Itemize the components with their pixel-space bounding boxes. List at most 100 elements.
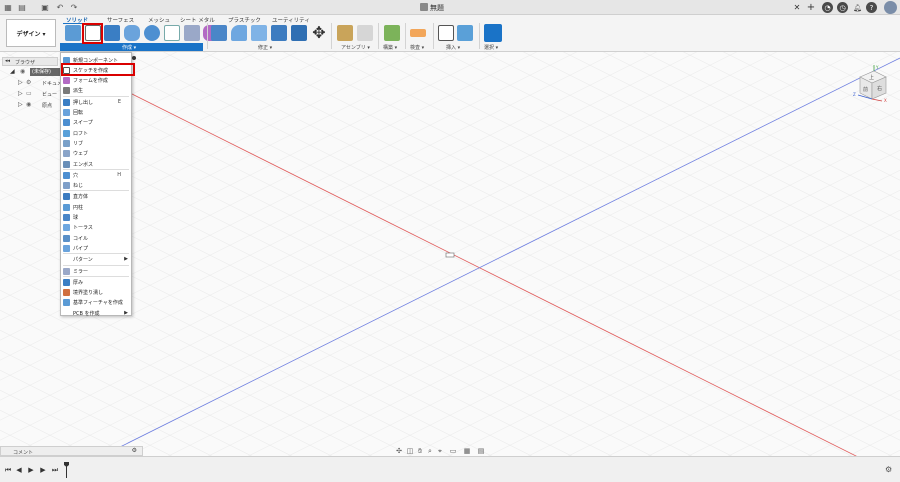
- zoom-icon[interactable]: ⌕: [426, 447, 434, 455]
- comments-settings-icon[interactable]: ⚙: [132, 447, 137, 454]
- menu-item-cylinder[interactable]: 円柱: [61, 202, 131, 212]
- close-tab-icon[interactable]: ✕: [792, 2, 802, 12]
- menu-item-submenu-24[interactable]: PCB を作成 ▶: [61, 308, 131, 318]
- fillet-icon[interactable]: [231, 25, 247, 41]
- insert-derive-icon[interactable]: [438, 25, 454, 41]
- browser-row-views[interactable]: ▷ ▭ ビュー: [18, 90, 62, 99]
- viewports-icon[interactable]: ▤: [477, 447, 485, 455]
- chamfer-icon[interactable]: [251, 25, 267, 41]
- browser-header[interactable]: ◂◂ ブラウザ: [2, 57, 58, 66]
- menu-item-coil[interactable]: コイル: [61, 233, 131, 243]
- menu-item-sweep[interactable]: スイープ: [61, 118, 131, 128]
- toolbar: デザイン ▾ ソリッド サーフェス メッシュ シート メタル プラスチック ユー…: [0, 15, 900, 52]
- tab-mesh[interactable]: メッシュ: [148, 16, 170, 24]
- tab-surface[interactable]: サーフェス: [107, 16, 134, 24]
- display-settings-icon[interactable]: ▭: [449, 447, 457, 455]
- menu-item-derive[interactable]: 派生: [61, 86, 131, 96]
- tab-utilities[interactable]: ユーティリティ: [272, 16, 310, 24]
- grid-settings-icon[interactable]: ▦: [463, 447, 471, 455]
- combine-icon[interactable]: [291, 25, 307, 41]
- orbit-icon[interactable]: ✣: [395, 447, 403, 455]
- shell-icon[interactable]: [271, 25, 287, 41]
- menu-item-sphere[interactable]: 球: [61, 213, 131, 223]
- menu-item-rib[interactable]: リブ: [61, 138, 131, 148]
- measure-icon[interactable]: [410, 29, 426, 37]
- app-grid-icon[interactable]: ▦: [3, 2, 13, 12]
- viewcube-front-label: 前: [863, 86, 868, 93]
- go-to-end-icon[interactable]: ⏭: [51, 466, 59, 474]
- menu-item-thread[interactable]: ねじ: [61, 181, 131, 191]
- workspace-switcher-button[interactable]: デザイン ▾: [6, 19, 56, 47]
- extrude-icon[interactable]: [104, 25, 120, 41]
- mirror-icon[interactable]: [184, 25, 200, 41]
- menu-item-base-feature[interactable]: 基準フィーチャを作成: [61, 298, 131, 308]
- menu-item-label: ねじ: [73, 183, 84, 190]
- construct-group-label[interactable]: 構築 ▾: [383, 44, 397, 51]
- fit-icon[interactable]: ⌖: [436, 447, 444, 455]
- menu-item-torus[interactable]: トーラス: [61, 223, 131, 233]
- select-icon[interactable]: [484, 24, 502, 42]
- title-bar: ▦ ▤ ▣ ↶ ↷ 無題 ✕ + ◔ ◷ 🔔︎ ?: [0, 0, 900, 15]
- redo-icon[interactable]: ↷: [69, 2, 79, 12]
- step-back-icon[interactable]: ◀: [15, 466, 23, 474]
- extensions-icon[interactable]: ◔: [822, 2, 833, 13]
- timeline-marker[interactable]: [64, 462, 69, 478]
- play-icon[interactable]: ▶: [27, 466, 35, 474]
- insert-group-label[interactable]: 挿入 ▾: [446, 44, 460, 51]
- select-group-label[interactable]: 選択 ▾: [484, 44, 498, 51]
- menu-item-revolve[interactable]: 回転: [61, 108, 131, 118]
- file-icon[interactable]: ▤: [17, 2, 27, 12]
- tab-sheet-metal[interactable]: シート メタル: [180, 16, 215, 24]
- menu-item-create-form[interactable]: フォームを作成: [61, 76, 131, 86]
- user-avatar[interactable]: [884, 1, 897, 14]
- look-at-icon[interactable]: ◫: [406, 447, 414, 455]
- browser-row-settings[interactable]: ▷ ⚙ ドキュメントの設定: [18, 79, 87, 88]
- hole-icon[interactable]: [144, 25, 160, 41]
- menu-item-pipe[interactable]: パイプ: [61, 243, 131, 253]
- menu-item-hole[interactable]: 穴H: [61, 170, 131, 180]
- viewport-canvas[interactable]: [0, 52, 900, 456]
- offset-plane-icon[interactable]: [384, 25, 400, 41]
- insert-image-icon[interactable]: [457, 25, 473, 41]
- notifications-icon[interactable]: 🔔︎: [852, 2, 863, 13]
- go-to-start-icon[interactable]: ⏮: [4, 466, 12, 474]
- menu-item-box[interactable]: 直方体: [61, 192, 131, 202]
- move-icon[interactable]: ✥: [311, 25, 327, 41]
- menu-item-thicken[interactable]: 厚み: [61, 277, 131, 287]
- undo-icon[interactable]: ↶: [55, 2, 65, 12]
- browser-row-document[interactable]: ◢ ◉ (未保存): [8, 68, 60, 77]
- menu-item-extrude[interactable]: 押し出し E: [61, 97, 131, 107]
- create-form-icon: [63, 77, 70, 85]
- save-icon[interactable]: ▣: [40, 2, 50, 12]
- menu-item-submenu-19[interactable]: パターン ▶: [61, 255, 131, 265]
- new-component-icon[interactable]: [65, 25, 81, 41]
- revolve-icon[interactable]: [124, 25, 140, 41]
- help-icon[interactable]: ?: [866, 2, 877, 13]
- browser-row-origin[interactable]: ▷ ◉ 原点: [18, 101, 62, 110]
- menu-item-mirror[interactable]: ミラー: [61, 266, 131, 276]
- pan-icon[interactable]: ✋︎: [416, 447, 424, 455]
- press-pull-icon[interactable]: [211, 25, 227, 41]
- pattern-icon[interactable]: [164, 25, 180, 41]
- new-component-assemble-icon[interactable]: [337, 25, 353, 41]
- job-status-icon[interactable]: ◷: [837, 2, 848, 13]
- joint-icon[interactable]: [357, 25, 373, 41]
- timeline-settings-icon[interactable]: ⚙: [885, 465, 894, 474]
- new-tab-icon[interactable]: +: [806, 2, 816, 13]
- modify-group-label[interactable]: 修正 ▾: [258, 44, 272, 51]
- comments-panel[interactable]: コメント ⚙: [0, 446, 143, 456]
- menu-item-boundary-fill[interactable]: 境界塗り潰し: [61, 288, 131, 298]
- menu-item-label: 厚み: [73, 279, 84, 286]
- create-group-label[interactable]: 作成 ▾: [122, 44, 136, 51]
- collapse-icon[interactable]: ◂◂: [5, 58, 10, 64]
- menu-pin-icon[interactable]: [132, 56, 136, 60]
- assemble-group-label[interactable]: アセンブリ ▾: [341, 44, 370, 51]
- inspect-group-label[interactable]: 検査 ▾: [410, 44, 424, 51]
- menu-item-loft[interactable]: ロフト: [61, 128, 131, 138]
- tab-plastic[interactable]: プラスチック: [228, 16, 261, 24]
- menu-item-emboss[interactable]: エンボス: [61, 159, 131, 169]
- viewcube[interactable]: 上 前 右 Z X Y: [852, 65, 892, 103]
- menu-item-label: 円柱: [73, 204, 84, 211]
- step-forward-icon[interactable]: ▶: [39, 466, 47, 474]
- menu-item-web[interactable]: ウェブ: [61, 149, 131, 159]
